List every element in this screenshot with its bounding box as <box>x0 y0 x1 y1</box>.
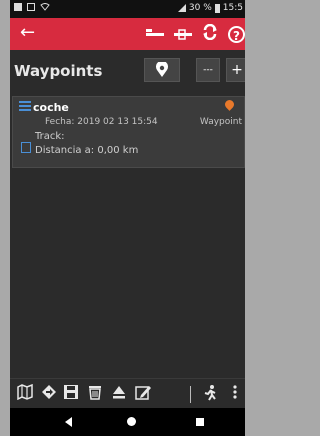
sync-icon[interactable] <box>202 23 218 45</box>
waypoint-card[interactable]: coche Fecha: 2019 02 13 15:54 Waypoint T… <box>12 96 245 168</box>
navigate-icon[interactable] <box>40 384 58 404</box>
phone-screen: 30 % 15:5 ← ? Waypoints --- + coche Fech… <box>10 0 245 436</box>
system-nav-bar <box>10 408 245 436</box>
slider-icon[interactable] <box>174 25 192 45</box>
walk-icon[interactable] <box>201 384 219 405</box>
toolbar-divider <box>190 386 191 403</box>
edit-icon[interactable] <box>134 384 152 405</box>
bottom-toolbar <box>10 378 245 409</box>
page-title: Waypoints <box>14 62 103 80</box>
location-pin-icon <box>156 60 168 77</box>
help-icon[interactable]: ? <box>228 26 245 43</box>
waypoint-date: Fecha: 2019 02 13 15:54 <box>45 117 158 127</box>
waypoint-name: coche <box>33 101 69 114</box>
filter-icon[interactable] <box>146 25 164 45</box>
waypoint-track: Track: <box>35 131 65 142</box>
location-pin-button[interactable] <box>144 58 180 82</box>
add-button[interactable]: + <box>226 58 245 82</box>
notification-icon <box>27 3 35 11</box>
wifi-icon <box>40 3 50 11</box>
more-options-icon[interactable] <box>230 384 240 404</box>
battery-icon <box>214 3 220 13</box>
map-icon[interactable] <box>16 383 34 404</box>
select-checkbox[interactable] <box>21 142 31 153</box>
waypoint-type: Waypoint <box>199 117 242 127</box>
nav-back-icon[interactable] <box>65 417 72 427</box>
notification-icon <box>14 3 22 11</box>
nav-recents-icon[interactable] <box>196 418 204 426</box>
save-icon[interactable] <box>62 384 80 404</box>
status-bar: 30 % 15:5 <box>10 0 245 18</box>
waypoint-distance: Distancia a: 0,00 km <box>35 145 139 156</box>
clock: 15:5 <box>222 3 243 13</box>
collapse-button[interactable]: --- <box>196 58 220 82</box>
upload-icon[interactable] <box>110 384 128 404</box>
signal-icon <box>177 4 186 12</box>
back-arrow-icon[interactable]: ← <box>20 23 35 43</box>
nav-home-icon[interactable] <box>127 417 136 426</box>
battery-percent: 30 % <box>188 3 212 13</box>
list-icon <box>19 101 31 113</box>
title-row: Waypoints --- + <box>10 52 245 88</box>
app-bar: ← ? <box>10 18 245 50</box>
map-pin-icon <box>223 98 236 111</box>
trash-icon[interactable] <box>86 384 104 404</box>
